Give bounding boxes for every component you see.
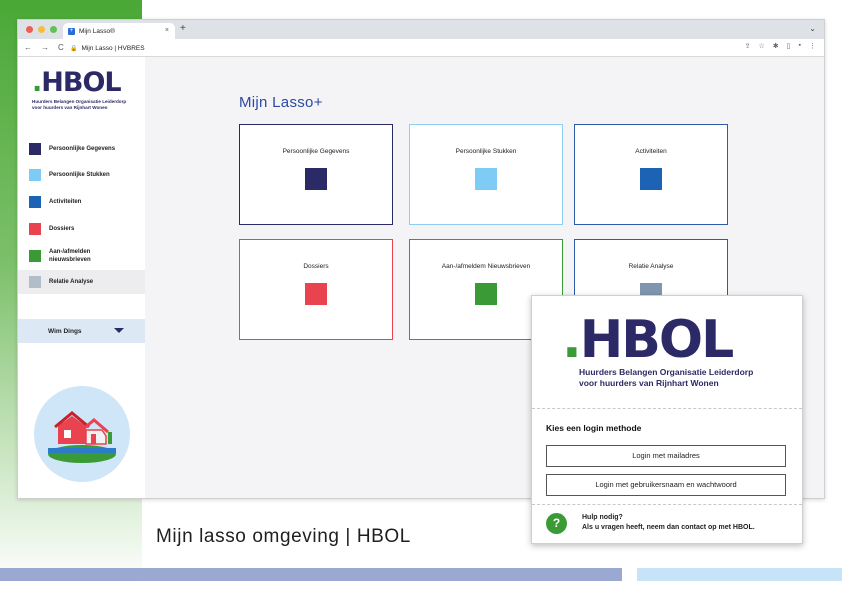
- card-label: Activiteiten: [635, 148, 667, 155]
- address-bar: ← → C 🔒 Mijn Lasso | HVBRES ⇪ ☆ ✱ ▯ ▪ ⋮: [18, 39, 824, 57]
- divider: [532, 408, 802, 409]
- extensions-icon[interactable]: ✱: [773, 42, 779, 50]
- maximize-window-button[interactable]: [50, 26, 57, 33]
- page-title: Mijn Lasso+: [239, 94, 323, 111]
- card-label: Persoonlijke Stukken: [455, 148, 517, 155]
- sidebar: .HBOL Huurders Belangen Organisatie Leid…: [18, 57, 145, 498]
- divider: [532, 504, 802, 505]
- profile-icon[interactable]: ▪: [799, 42, 801, 50]
- login-heading: Kies een login methode: [546, 423, 642, 433]
- sidebar-item-persoonlijke-gegevens[interactable]: Persoonlijke Gegevens: [18, 137, 145, 161]
- url-text: Mijn Lasso | HVBRES: [81, 44, 145, 52]
- new-tab-button[interactable]: +: [180, 23, 186, 34]
- sidebar-item-label: Persoonlijke Gegevens: [49, 146, 116, 152]
- color-square-icon: [305, 168, 327, 190]
- sidebar-item-label: Relatie Analyse: [49, 279, 94, 285]
- forward-arrow-icon[interactable]: →: [41, 43, 49, 52]
- help-icon[interactable]: ?: [546, 513, 567, 534]
- sidepanel-icon[interactable]: ▯: [787, 42, 791, 50]
- sidebar-item-dossiers[interactable]: Dossiers: [18, 217, 145, 241]
- color-square-icon: [475, 283, 497, 305]
- sidebar-item-label: Persoonlijke Stukken: [49, 172, 110, 178]
- sidebar-item-nieuwsbrieven[interactable]: Aan-/afmelden nieuwsbrieven: [18, 244, 145, 268]
- bottom-decoration-band: [0, 568, 622, 581]
- logo-tagline: Huurders Belangen Organisatie Leiderdorp…: [579, 367, 753, 389]
- color-square-icon: [29, 250, 41, 262]
- card-persoonlijke-stukken[interactable]: Persoonlijke Stukken: [409, 124, 563, 225]
- card-label: Dossiers: [303, 263, 329, 270]
- logo-tagline-2: voor huurders van Rijnhart Wonen: [32, 105, 108, 110]
- sidebar-item-activiteiten[interactable]: Activiteiten: [18, 190, 145, 214]
- login-username-button[interactable]: Login met gebruikersnaam en wachtwoord: [546, 474, 786, 496]
- page-caption: Mijn lasso omgeving | HBOL: [156, 526, 411, 547]
- color-square-icon: [475, 168, 497, 190]
- minimize-window-button[interactable]: [38, 26, 45, 33]
- plus-favicon-icon: +: [68, 27, 75, 35]
- color-square-icon: [29, 169, 41, 181]
- bottom-decoration-band-light: [637, 568, 842, 581]
- menu-kebab-icon[interactable]: ⋮: [809, 42, 816, 50]
- card-label: Relatie Analyse: [628, 263, 674, 270]
- logo-tagline-2: voor huurders van Rijnhart Wonen: [579, 378, 719, 388]
- window-controls: [26, 26, 57, 33]
- sidebar-item-persoonlijke-stukken[interactable]: Persoonlijke Stukken: [18, 163, 145, 187]
- browser-toolbar-icons: ⇪ ☆ ✱ ▯ ▪ ⋮: [745, 42, 816, 50]
- color-square-icon: [29, 143, 41, 155]
- help-text: Als u vragen heeft, neem dan contact op …: [582, 524, 755, 531]
- house-badge-icon: [34, 386, 130, 482]
- card-persoonlijke-gegevens[interactable]: Persoonlijke Gegevens: [239, 124, 393, 225]
- star-icon[interactable]: ☆: [759, 42, 765, 50]
- card-dossiers[interactable]: Dossiers: [239, 239, 393, 340]
- color-square-icon: [29, 196, 41, 208]
- hbol-logo[interactable]: .HBOL Huurders Belangen Organisatie Leid…: [32, 69, 126, 111]
- logo-wordmark: .HBOL: [562, 310, 734, 370]
- share-icon[interactable]: ⇪: [745, 42, 751, 50]
- user-menu[interactable]: Wim Dings: [18, 319, 145, 343]
- browser-tab-bar: + Mijn Lasso® × + ⌄: [18, 20, 824, 39]
- hbol-logo-large: .HBOL: [562, 310, 734, 370]
- url-field[interactable]: 🔒 Mijn Lasso | HVBRES: [70, 42, 145, 54]
- sidebar-item-label: Dossiers: [49, 226, 75, 232]
- logo-wordmark: .HBOL: [32, 67, 122, 98]
- help-title: Hulp nodig?: [582, 514, 623, 521]
- login-mail-button[interactable]: Login met mailadres: [546, 445, 786, 467]
- lock-icon: 🔒: [70, 45, 78, 52]
- logo-tagline-1: Huurders Belangen Organisatie Leiderdorp: [579, 367, 754, 377]
- user-name: Wim Dings: [48, 327, 82, 335]
- color-square-icon: [640, 168, 662, 190]
- color-square-icon: [29, 276, 41, 288]
- sidebar-item-label: Activiteiten: [49, 199, 82, 205]
- sidebar-item-label: Aan-/afmelden nieuwsbrieven: [49, 249, 91, 263]
- color-square-icon: [305, 283, 327, 305]
- browser-tab[interactable]: + Mijn Lasso® ×: [63, 23, 175, 39]
- card-activiteiten[interactable]: Activiteiten: [574, 124, 728, 225]
- sidebar-item-relatie-analyse[interactable]: Relatie Analyse: [18, 270, 145, 294]
- login-dialog: .HBOL Huurders Belangen Organisatie Leid…: [531, 295, 803, 544]
- tab-list-chevron-icon[interactable]: ⌄: [809, 24, 816, 33]
- card-label: Persoonlijke Gegevens: [282, 148, 350, 155]
- reload-icon[interactable]: C: [58, 43, 64, 52]
- tab-title: Mijn Lasso®: [79, 27, 115, 35]
- color-square-icon: [29, 223, 41, 235]
- tab-close-icon[interactable]: ×: [165, 27, 169, 34]
- caret-down-icon: [114, 328, 124, 333]
- card-label: Aan-/afmeldem Nieuwsbrieven: [441, 263, 531, 270]
- close-window-button[interactable]: [26, 26, 33, 33]
- back-arrow-icon[interactable]: ←: [24, 43, 32, 52]
